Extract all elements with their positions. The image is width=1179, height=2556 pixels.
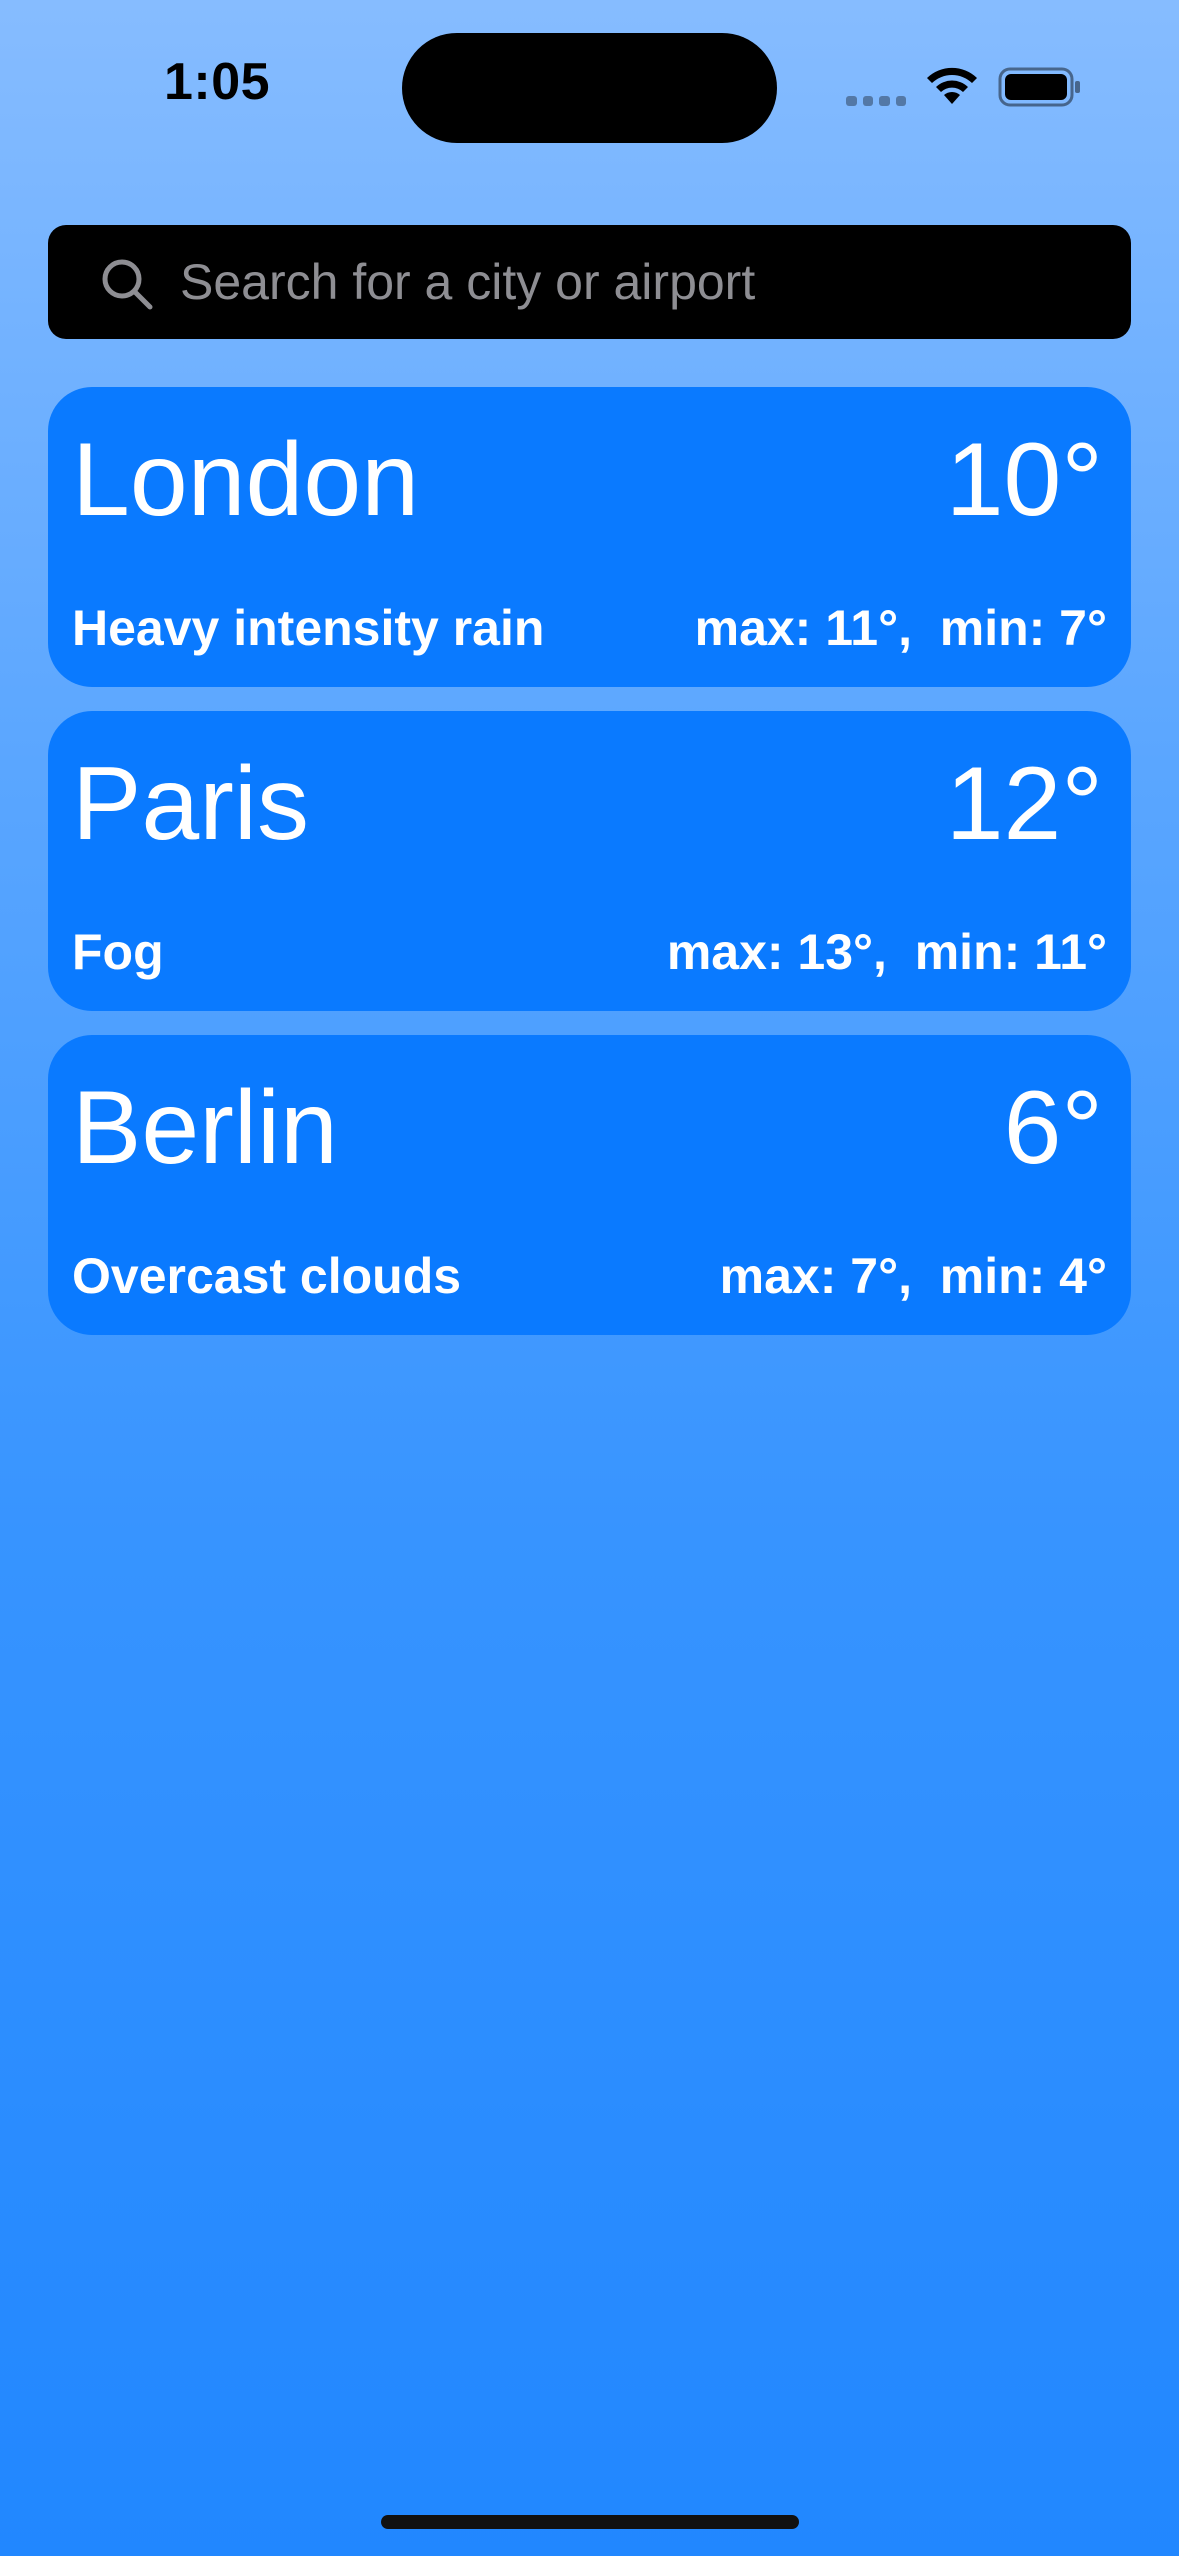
cellular-signal-icon xyxy=(846,96,906,106)
weather-description: Overcast clouds xyxy=(72,1248,462,1304)
weather-description: Fog xyxy=(72,924,164,980)
wifi-icon xyxy=(927,67,977,104)
temperature-range: max: 11°, min: 7° xyxy=(694,600,1107,656)
temperature-range: max: 7°, min: 4° xyxy=(719,1248,1107,1304)
city-name: London xyxy=(72,422,420,538)
city-name: Paris xyxy=(72,746,309,862)
city-card-paris[interactable]: Paris 12° Fog max: 13°, min: 11° xyxy=(48,711,1131,1011)
city-temperature: 6° xyxy=(1003,1070,1103,1186)
dynamic-island xyxy=(402,33,777,143)
city-name: Berlin xyxy=(72,1070,338,1186)
city-card-london[interactable]: London 10° Heavy intensity rain max: 11°… xyxy=(48,387,1131,687)
city-temperature: 12° xyxy=(945,746,1103,862)
battery-icon xyxy=(998,67,1080,107)
city-card-berlin[interactable]: Berlin 6° Overcast clouds max: 7°, min: … xyxy=(48,1035,1131,1335)
temperature-range: max: 13°, min: 11° xyxy=(666,924,1107,980)
search-bar[interactable] xyxy=(48,225,1131,339)
search-icon xyxy=(102,259,153,310)
home-indicator[interactable] xyxy=(381,2515,799,2529)
city-list: London 10° Heavy intensity rain max: 11°… xyxy=(48,387,1131,1359)
search-input[interactable] xyxy=(180,247,1100,317)
city-temperature: 10° xyxy=(945,422,1103,538)
weather-description: Heavy intensity rain xyxy=(72,600,545,656)
status-time: 1:05 xyxy=(163,53,271,111)
status-bar: 1:05 xyxy=(0,0,1179,160)
